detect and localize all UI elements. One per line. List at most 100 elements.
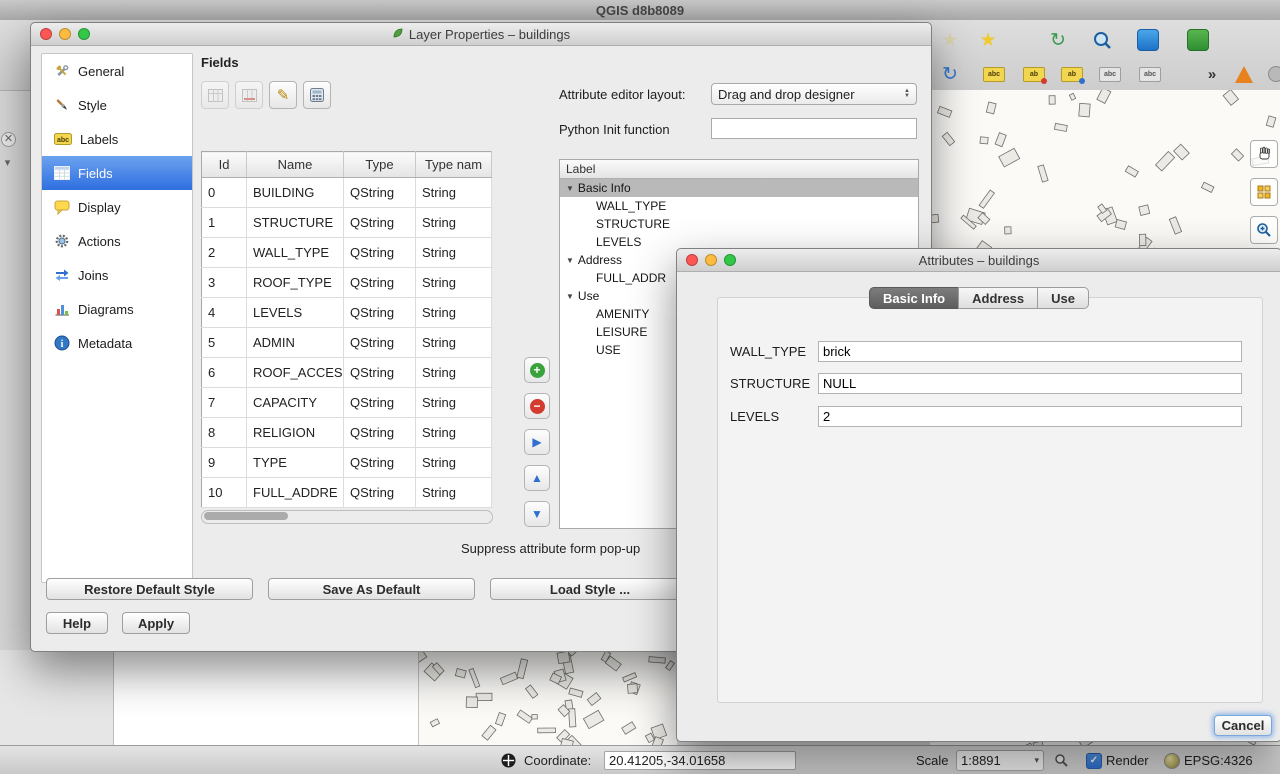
close-button[interactable]: [40, 28, 52, 40]
table-cell[interactable]: 3: [202, 268, 247, 298]
table-cell[interactable]: ROOF_ACCES: [247, 358, 344, 388]
column-header-id[interactable]: Id: [202, 152, 247, 178]
table-cell[interactable]: QString: [344, 178, 416, 208]
layer-labeling-icon[interactable]: abc: [980, 60, 1008, 88]
disclosure-triangle-icon[interactable]: ▼: [566, 256, 574, 265]
table-cell[interactable]: 10: [202, 478, 247, 508]
table-cell[interactable]: String: [416, 328, 492, 358]
move-right-button[interactable]: ▶: [524, 429, 550, 455]
apply-button[interactable]: Apply: [122, 612, 190, 634]
disclosure-triangle-icon[interactable]: ▼: [566, 184, 574, 193]
table-row[interactable]: 5ADMINQStringString: [202, 328, 492, 358]
structure-input[interactable]: [818, 373, 1242, 394]
label-pin-icon[interactable]: ab: [1020, 60, 1048, 88]
restore-default-style-button[interactable]: Restore Default Style: [46, 578, 253, 600]
table-row[interactable]: 6ROOF_ACCESQStringString: [202, 358, 492, 388]
table-row[interactable]: 10FULL_ADDREQStringString: [202, 478, 492, 508]
scale-combo[interactable]: 1:8891 ▾: [956, 750, 1044, 771]
sidebar-item-actions[interactable]: Actions: [42, 224, 192, 258]
collapse-icon[interactable]: ▾: [1, 157, 14, 170]
table-cell[interactable]: 6: [202, 358, 247, 388]
table-cell[interactable]: String: [416, 238, 492, 268]
horizontal-scrollbar[interactable]: [201, 510, 493, 524]
sidebar-item-fields[interactable]: Fields: [42, 156, 192, 190]
table-cell[interactable]: QString: [344, 358, 416, 388]
scrollbar-thumb[interactable]: [204, 512, 288, 520]
table-row[interactable]: 2WALL_TYPEQStringString: [202, 238, 492, 268]
table-cell[interactable]: String: [416, 208, 492, 238]
table-cell[interactable]: 0: [202, 178, 247, 208]
delete-column-button[interactable]: [235, 81, 263, 109]
table-cell[interactable]: QString: [344, 208, 416, 238]
table-cell[interactable]: String: [416, 478, 492, 508]
sidebar-item-style[interactable]: Style: [42, 88, 192, 122]
sidebar-item-diagrams[interactable]: Diagrams: [42, 292, 192, 326]
table-cell[interactable]: STRUCTURE: [247, 208, 344, 238]
table-cell[interactable]: 9: [202, 448, 247, 478]
map-canvas-bottom[interactable]: [418, 650, 677, 745]
attributes-titlebar[interactable]: Attributes – buildings: [677, 249, 1280, 272]
table-cell[interactable]: 8: [202, 418, 247, 448]
save-as-default-button[interactable]: Save As Default: [268, 578, 475, 600]
table-cell[interactable]: QString: [344, 268, 416, 298]
tree-column-header[interactable]: Label: [560, 160, 918, 179]
table-cell[interactable]: 5: [202, 328, 247, 358]
epsg-label[interactable]: EPSG:4326: [1184, 746, 1253, 774]
layer-properties-titlebar[interactable]: Layer Properties – buildings: [31, 23, 931, 46]
disclosure-triangle-icon[interactable]: ▼: [566, 292, 574, 301]
new-column-button[interactable]: [201, 81, 229, 109]
table-cell[interactable]: ADMIN: [247, 328, 344, 358]
label-move-icon[interactable]: abc: [1096, 60, 1124, 88]
table-cell[interactable]: String: [416, 448, 492, 478]
remove-item-button[interactable]: −: [524, 393, 550, 419]
close-button[interactable]: [686, 254, 698, 266]
table-cell[interactable]: 7: [202, 388, 247, 418]
help-button[interactable]: Help: [46, 612, 108, 634]
table-row[interactable]: 4LEVELSQStringString: [202, 298, 492, 328]
table-cell[interactable]: WALL_TYPE: [247, 238, 344, 268]
zoom-button[interactable]: [78, 28, 90, 40]
zoom-in-icon[interactable]: [1250, 216, 1278, 244]
table-row[interactable]: 9TYPEQStringString: [202, 448, 492, 478]
new-layout-icon[interactable]: [1184, 26, 1212, 54]
render-checkbox[interactable]: ✓: [1086, 753, 1102, 769]
table-cell[interactable]: QString: [344, 238, 416, 268]
sidebar-item-joins[interactable]: Joins: [42, 258, 192, 292]
table-cell[interactable]: QString: [344, 388, 416, 418]
toolbar-overflow-chevron[interactable]: »: [1198, 60, 1226, 88]
crs-icon[interactable]: [1164, 753, 1180, 769]
warning-cone-icon[interactable]: [1230, 60, 1258, 88]
zoom-button[interactable]: [724, 254, 736, 266]
table-cell[interactable]: ROOF_TYPE: [247, 268, 344, 298]
table-cell[interactable]: LEVELS: [247, 298, 344, 328]
table-cell[interactable]: 4: [202, 298, 247, 328]
label-rotate-icon[interactable]: abc: [1136, 60, 1164, 88]
table-cell[interactable]: CAPACITY: [247, 388, 344, 418]
wall-type-input[interactable]: [818, 341, 1242, 362]
table-cell[interactable]: 2: [202, 238, 247, 268]
settings-icon[interactable]: [1262, 60, 1280, 88]
touch-zoom-icon[interactable]: [1250, 178, 1278, 206]
zoom-lens-icon[interactable]: [1088, 26, 1116, 54]
tab-address[interactable]: Address: [958, 287, 1038, 309]
table-cell[interactable]: TYPE: [247, 448, 344, 478]
table-cell[interactable]: QString: [344, 418, 416, 448]
toggle-editing-button[interactable]: ✎: [269, 81, 297, 109]
column-header-name[interactable]: Name: [247, 152, 344, 178]
coordinate-input[interactable]: [604, 751, 796, 770]
table-cell[interactable]: QString: [344, 328, 416, 358]
table-cell[interactable]: RELIGION: [247, 418, 344, 448]
table-row[interactable]: 0BUILDINGQStringString: [202, 178, 492, 208]
table-cell[interactable]: QString: [344, 298, 416, 328]
new-map-view-icon[interactable]: [1134, 26, 1162, 54]
tree-leaf[interactable]: WALL_TYPE: [560, 197, 918, 215]
redraw-icon[interactable]: ↻: [936, 60, 964, 88]
tab-use[interactable]: Use: [1037, 287, 1089, 309]
table-cell[interactable]: QString: [344, 478, 416, 508]
sidebar-item-general[interactable]: General: [42, 54, 192, 88]
field-calculator-button[interactable]: [303, 81, 331, 109]
tree-node[interactable]: ▼Basic Info: [560, 179, 918, 197]
bookmark-icon[interactable]: ★: [936, 26, 964, 54]
table-cell[interactable]: 1: [202, 208, 247, 238]
levels-input[interactable]: [818, 406, 1242, 427]
